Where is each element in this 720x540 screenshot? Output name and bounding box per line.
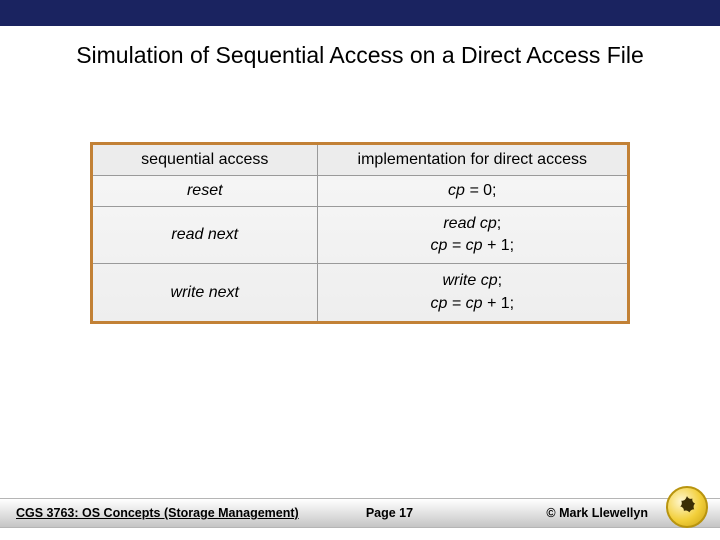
content-area: sequential access implementation for dir… [0, 142, 720, 325]
slide-title: Simulation of Sequential Access on a Dir… [0, 26, 720, 70]
table-header-right: implementation for direct access [317, 143, 628, 175]
cell-seq: reset [92, 175, 318, 206]
cell-seq: read next [92, 206, 318, 264]
footer-inner: CGS 3763: OS Concepts (Storage Managemen… [0, 506, 720, 520]
code-text: cp [448, 182, 465, 199]
cell-impl: read cp; cp = cp + 1; [317, 206, 628, 264]
footer-course: CGS 3763: OS Concepts (Storage Managemen… [16, 506, 322, 520]
top-accent-bar [0, 0, 720, 26]
cell-seq: write next [92, 264, 318, 323]
table-header-left: sequential access [92, 143, 318, 175]
simulation-table: sequential access implementation for dir… [90, 142, 630, 325]
table-row: write next write cp; cp = cp + 1; [92, 264, 629, 323]
table-row: reset cp = 0; [92, 175, 629, 206]
cell-impl: write cp; cp = cp + 1; [317, 264, 628, 323]
table-row: read next read cp; cp = cp + 1; [92, 206, 629, 264]
footer: CGS 3763: OS Concepts (Storage Managemen… [0, 496, 720, 530]
ucf-seal-icon [666, 486, 708, 528]
footer-page: Page 17 [322, 506, 456, 520]
code-num: 0; [483, 182, 496, 199]
cell-impl: cp = 0; [317, 175, 628, 206]
